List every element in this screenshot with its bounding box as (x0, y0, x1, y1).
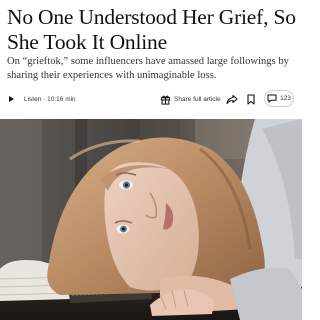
play-icon (9, 96, 14, 102)
listen-label: Listen · 10:16 min (24, 95, 76, 103)
share-arrow-icon (226, 94, 238, 104)
save-button[interactable] (244, 92, 258, 106)
headline: No One Understood Her Grief, So She Took… (7, 5, 296, 54)
share-full-article-button[interactable]: Share full article (160, 92, 221, 106)
listen-button[interactable]: Listen · 10:16 min (9, 93, 76, 105)
comment-bubble-icon (267, 94, 277, 103)
comments-button[interactable]: 123 (264, 90, 294, 107)
gift-icon (160, 95, 171, 105)
comments-count: 123 (280, 95, 291, 102)
share-full-article-label: Share full article (174, 95, 221, 103)
bookmark-icon (247, 93, 255, 105)
article-photo (0, 119, 302, 320)
share-button[interactable] (225, 92, 239, 106)
article-summary: On “grieftok,” some influencers have ama… (7, 56, 289, 81)
article-toolbar: Listen · 10:16 min Share full article 12… (0, 87, 302, 111)
